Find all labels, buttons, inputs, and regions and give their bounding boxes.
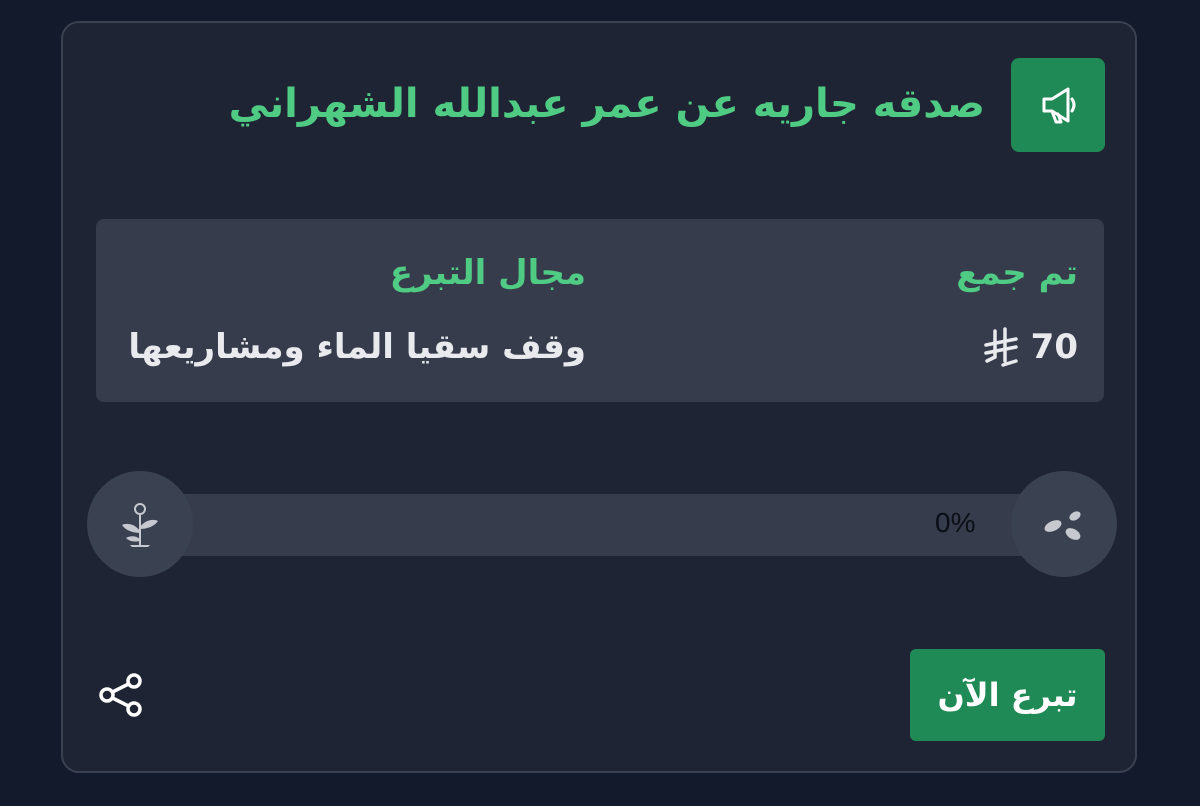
plant-sprout-icon bbox=[122, 503, 158, 547]
donation-info-panel: تم جمع 70 مجال التبرع وقف سقيا الماء ومش… bbox=[96, 219, 1104, 402]
progress-bar bbox=[138, 494, 1068, 556]
collected-label: تم جمع bbox=[956, 253, 1078, 293]
seeds-icon bbox=[1044, 511, 1081, 540]
donation-field-label: مجال التبرع bbox=[389, 253, 586, 293]
progress-end-marker bbox=[87, 471, 193, 577]
saudi-riyal-icon bbox=[983, 327, 1018, 367]
progress-start-marker bbox=[1011, 471, 1117, 577]
collected-amount-row: 70 bbox=[983, 327, 1078, 367]
share-button[interactable] bbox=[97, 671, 145, 719]
donation-field-value: وقف سقيا الماء ومشاريعها bbox=[128, 327, 586, 367]
megaphone-icon-badge bbox=[1011, 58, 1105, 152]
share-icon bbox=[99, 673, 142, 717]
megaphone-icon bbox=[1042, 87, 1076, 124]
donation-card: صدقه جاريه عن عمر عبدالله الشهراني تم جم… bbox=[61, 21, 1137, 773]
collected-amount: 70 bbox=[1030, 327, 1078, 367]
donate-now-button[interactable]: تبرع الآن bbox=[910, 649, 1105, 741]
progress-percent: 0% bbox=[935, 507, 976, 538]
campaign-title: صدقه جاريه عن عمر عبدالله الشهراني bbox=[228, 81, 985, 127]
